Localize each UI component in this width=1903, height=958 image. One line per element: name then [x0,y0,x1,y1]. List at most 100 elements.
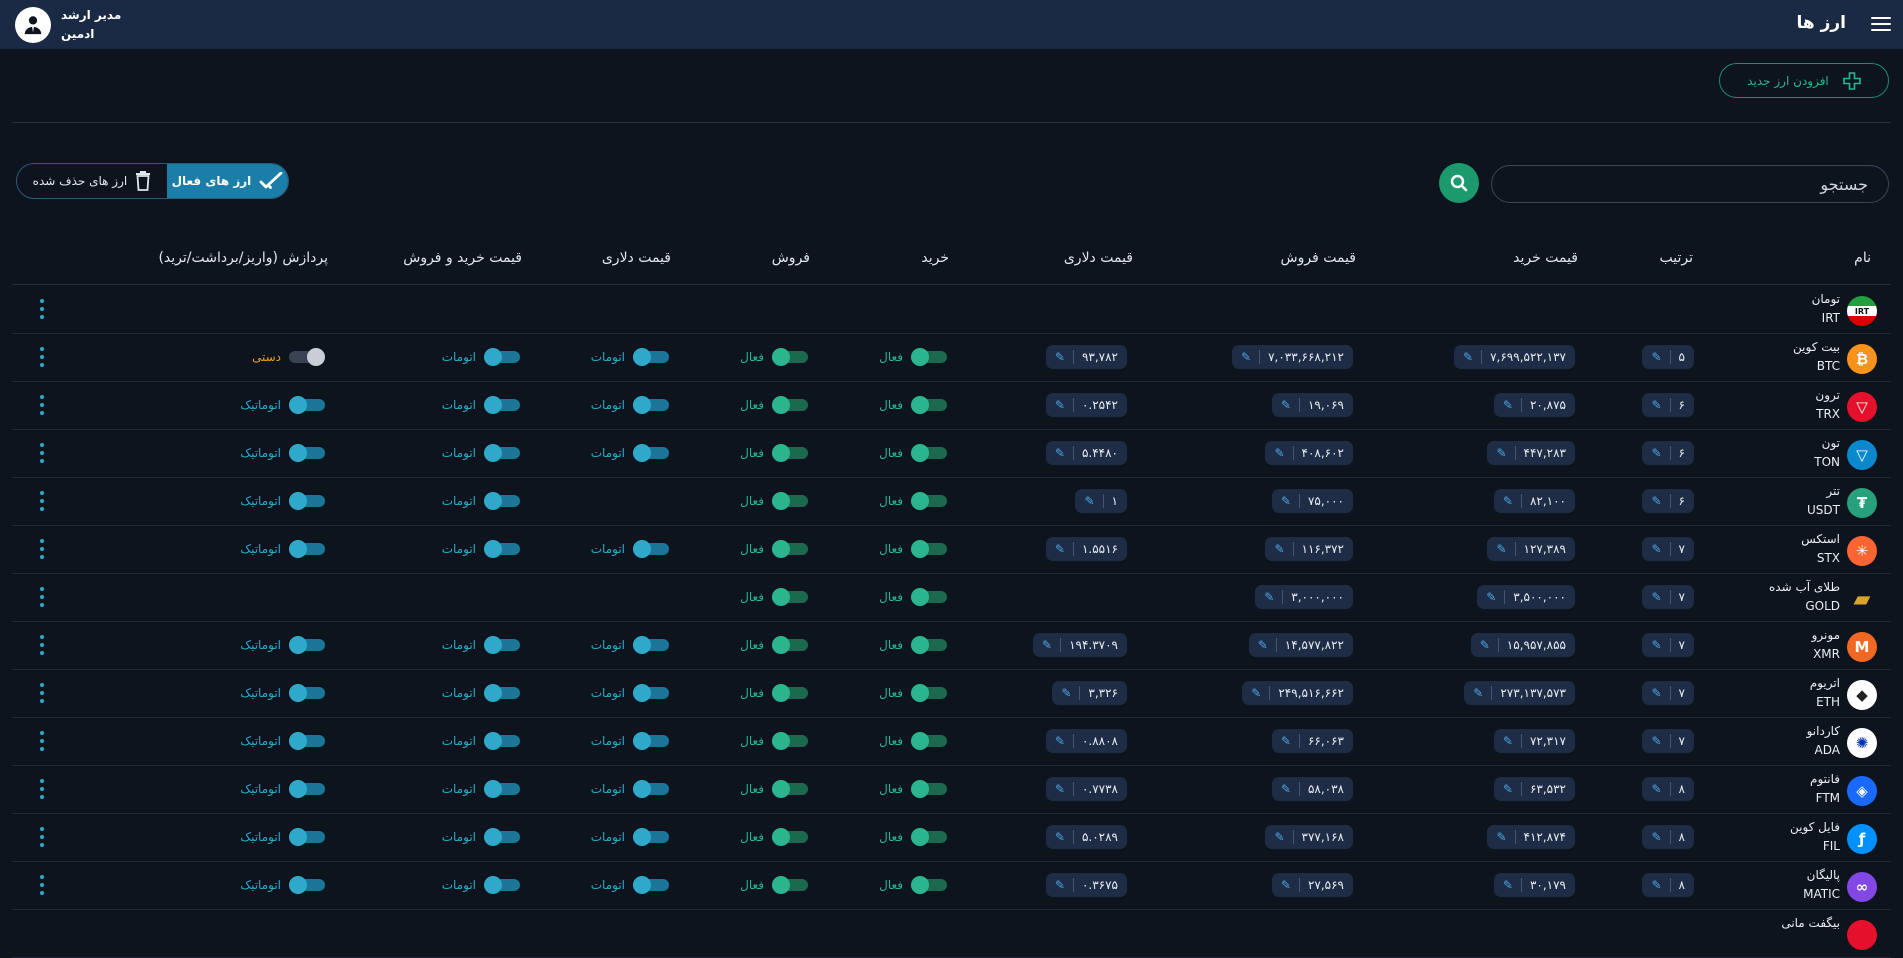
price-mode-toggle[interactable] [484,780,520,798]
more-options-icon[interactable] [39,875,45,895]
processing-toggle[interactable] [289,636,325,654]
sell-price-pill[interactable]: ✎ ۲۷,۵۶۹ [1271,873,1353,897]
usd-price-pill[interactable]: ✎ ۹۳,۷۸۲ [1045,345,1127,369]
sell-toggle[interactable] [772,828,808,846]
user-profile[interactable]: مدیر ارشد ادمین [15,6,121,44]
buy-price-pill[interactable]: ✎ ۸۲,۱۰۰ [1493,489,1575,513]
usd-price-mode-toggle[interactable] [633,396,669,414]
usd-price-pill[interactable]: ✎ ۱۹۴.۳۷۰۹ [1033,633,1127,657]
price-mode-toggle[interactable] [484,444,520,462]
price-mode-toggle[interactable] [484,732,520,750]
order-pill[interactable]: ✎ ۷ [1642,729,1694,753]
order-pill[interactable]: ✎ ۸ [1642,873,1694,897]
more-options-icon[interactable] [39,779,45,799]
order-pill[interactable]: ✎ ۵ [1642,345,1694,369]
buy-price-pill[interactable]: ✎ ۱۵,۹۵۷,۸۵۵ [1470,633,1575,657]
more-options-icon[interactable] [39,443,45,463]
add-currency-button[interactable]: افزودن ارز جدید [1719,63,1889,98]
order-pill[interactable]: ✎ ۶ [1642,441,1694,465]
usd-price-pill[interactable]: ✎ ۳,۳۲۶ [1052,681,1127,705]
usd-price-pill[interactable]: ✎ ۵.۰۲۸۹ [1045,825,1127,849]
buy-price-pill[interactable]: ✎ ۱۲۷,۳۸۹ [1487,537,1575,561]
usd-price-mode-toggle[interactable] [633,684,669,702]
buy-price-pill[interactable]: ✎ ۴۴۷,۲۸۳ [1487,441,1575,465]
price-mode-toggle[interactable] [484,684,520,702]
buy-toggle[interactable] [911,780,947,798]
usd-price-pill[interactable]: ✎ ۱ [1075,489,1127,513]
avatar[interactable] [15,7,51,43]
usd-price-mode-toggle[interactable] [633,636,669,654]
order-pill[interactable]: ✎ ۷ [1642,633,1694,657]
more-options-icon[interactable] [39,299,45,319]
sell-price-pill[interactable]: ✎ ۴۰۸,۶۰۲ [1265,441,1353,465]
usd-price-pill[interactable]: ✎ ۱.۵۵۱۶ [1045,537,1127,561]
buy-toggle[interactable] [911,732,947,750]
price-mode-toggle[interactable] [484,348,520,366]
more-options-icon[interactable] [39,587,45,607]
sell-price-pill[interactable]: ✎ ۳,۰۰۰,۰۰۰ [1255,585,1353,609]
buy-price-pill[interactable]: ✎ ۴۱۲,۸۷۴ [1487,825,1575,849]
order-pill[interactable]: ✎ ۸ [1642,777,1694,801]
sell-price-pill[interactable]: ✎ ۱۴,۵۷۷,۸۲۲ [1248,633,1353,657]
processing-toggle[interactable] [289,876,325,894]
usd-price-pill[interactable]: ✎ ۵.۴۴۸۰ [1045,441,1127,465]
price-mode-toggle[interactable] [484,492,520,510]
sell-price-pill[interactable]: ✎ ۷۵,۰۰۰ [1271,489,1353,513]
price-mode-toggle[interactable] [484,636,520,654]
processing-toggle[interactable] [289,732,325,750]
more-options-icon[interactable] [39,731,45,751]
processing-toggle[interactable] [289,444,325,462]
buy-toggle[interactable] [911,636,947,654]
more-options-icon[interactable] [39,683,45,703]
buy-price-pill[interactable]: ✎ ۳,۵۰۰,۰۰۰ [1477,585,1575,609]
usd-price-mode-toggle[interactable] [633,348,669,366]
buy-toggle[interactable] [911,492,947,510]
buy-price-pill[interactable]: ✎ ۶۳,۵۳۲ [1493,777,1575,801]
usd-price-mode-toggle[interactable] [633,540,669,558]
buy-toggle[interactable] [911,396,947,414]
sell-toggle[interactable] [772,348,808,366]
sell-toggle[interactable] [772,780,808,798]
sell-toggle[interactable] [772,876,808,894]
usd-price-pill[interactable]: ✎ ۰.۷۷۳۸ [1045,777,1127,801]
buy-price-pill[interactable]: ✎ ۳۰,۱۷۹ [1493,873,1575,897]
sell-price-pill[interactable]: ✎ ۱۱۶,۳۷۲ [1265,537,1353,561]
buy-toggle[interactable] [911,444,947,462]
price-mode-toggle[interactable] [484,540,520,558]
buy-toggle[interactable] [911,588,947,606]
sell-price-pill[interactable]: ✎ ۱۹,۰۶۹ [1271,393,1353,417]
more-options-icon[interactable] [39,395,45,415]
buy-toggle[interactable] [911,348,947,366]
order-pill[interactable]: ✎ ۷ [1642,681,1694,705]
more-options-icon[interactable] [39,827,45,847]
sell-toggle[interactable] [772,732,808,750]
sell-price-pill[interactable]: ✎ ۷,۰۳۳,۶۶۸,۲۱۲ [1232,345,1353,369]
more-options-icon[interactable] [39,347,45,367]
deleted-currencies-tab[interactable]: ارز های حذف شده [17,164,167,198]
usd-price-mode-toggle[interactable] [633,732,669,750]
buy-toggle[interactable] [911,828,947,846]
order-pill[interactable]: ✎ ۶ [1642,489,1694,513]
buy-toggle[interactable] [911,540,947,558]
processing-toggle[interactable] [289,684,325,702]
buy-price-pill[interactable]: ✎ ۷۲,۳۱۷ [1493,729,1575,753]
price-mode-toggle[interactable] [484,828,520,846]
price-mode-toggle[interactable] [484,396,520,414]
processing-toggle[interactable] [289,828,325,846]
price-mode-toggle[interactable] [484,876,520,894]
search-input[interactable] [1491,165,1889,203]
usd-price-pill[interactable]: ✎ ۰.۸۸۰۸ [1045,729,1127,753]
more-options-icon[interactable] [39,539,45,559]
active-currencies-tab[interactable]: ارز های فعال [166,164,288,198]
buy-price-pill[interactable]: ✎ ۲۰,۸۷۵ [1493,393,1575,417]
search-button[interactable] [1439,163,1479,203]
order-pill[interactable]: ✎ ۷ [1642,537,1694,561]
more-options-icon[interactable] [39,491,45,511]
usd-price-mode-toggle[interactable] [633,876,669,894]
buy-price-pill[interactable]: ✎ ۷,۶۹۹,۵۲۲,۱۳۷ [1454,345,1575,369]
sell-toggle[interactable] [772,636,808,654]
sell-toggle[interactable] [772,540,808,558]
sell-price-pill[interactable]: ✎ ۳۷۷,۱۶۸ [1265,825,1353,849]
usd-price-pill[interactable]: ✎ ۰.۲۵۴۲ [1045,393,1127,417]
order-pill[interactable]: ✎ ۸ [1642,825,1694,849]
